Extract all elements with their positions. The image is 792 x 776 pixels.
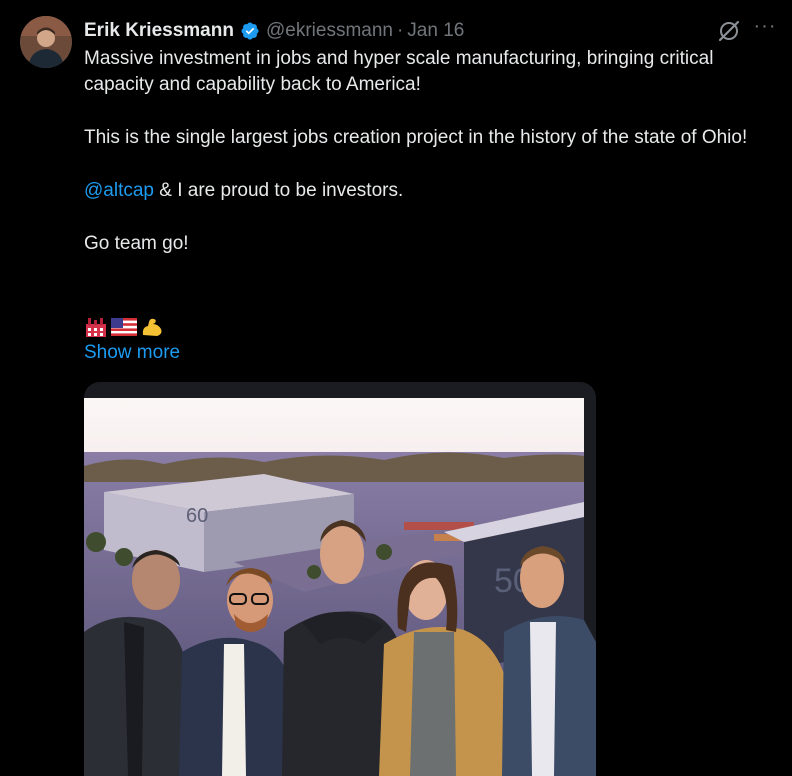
show-more-link[interactable]: Show more: [84, 340, 180, 366]
author-avatar[interactable]: [20, 16, 72, 68]
more-options-button[interactable]: ···: [750, 16, 780, 42]
grok-icon[interactable]: [716, 18, 742, 44]
tweet-date[interactable]: Jan 16: [407, 20, 464, 42]
building-label-60: 60: [186, 505, 208, 527]
tweet-header: Erik Kriessmann @ekriessmann · Jan 16: [84, 18, 464, 44]
author-handle[interactable]: @ekriessmann: [266, 20, 393, 42]
mention-rest-text: & I are proud to be investors.: [154, 180, 404, 201]
author-name[interactable]: Erik Kriessmann: [84, 20, 234, 42]
header-separator: ·: [396, 20, 404, 41]
flexed-biceps-emoji: [142, 318, 162, 336]
tweet-photo[interactable]: 60 50: [84, 382, 596, 776]
mention-link[interactable]: @altcap: [84, 180, 154, 201]
factory-emoji: [86, 318, 106, 337]
avatar-photo: [20, 16, 72, 68]
tweet-paragraph-2: This is the single largest jobs creation…: [84, 127, 748, 148]
tweet-text: Massive investment in jobs and hyper sca…: [84, 46, 784, 257]
tweet-paragraph-1: Massive investment in jobs and hyper sca…: [84, 48, 719, 95]
group-photo-image: 60 50: [84, 382, 596, 776]
tweet-paragraph-4: Go team go!: [84, 233, 189, 254]
us-flag-emoji: [111, 318, 137, 336]
verified-badge-icon[interactable]: [240, 21, 260, 41]
emoji-row: [84, 314, 164, 340]
tweet-paragraph-3: @altcap & I are proud to be investors.: [84, 178, 784, 204]
